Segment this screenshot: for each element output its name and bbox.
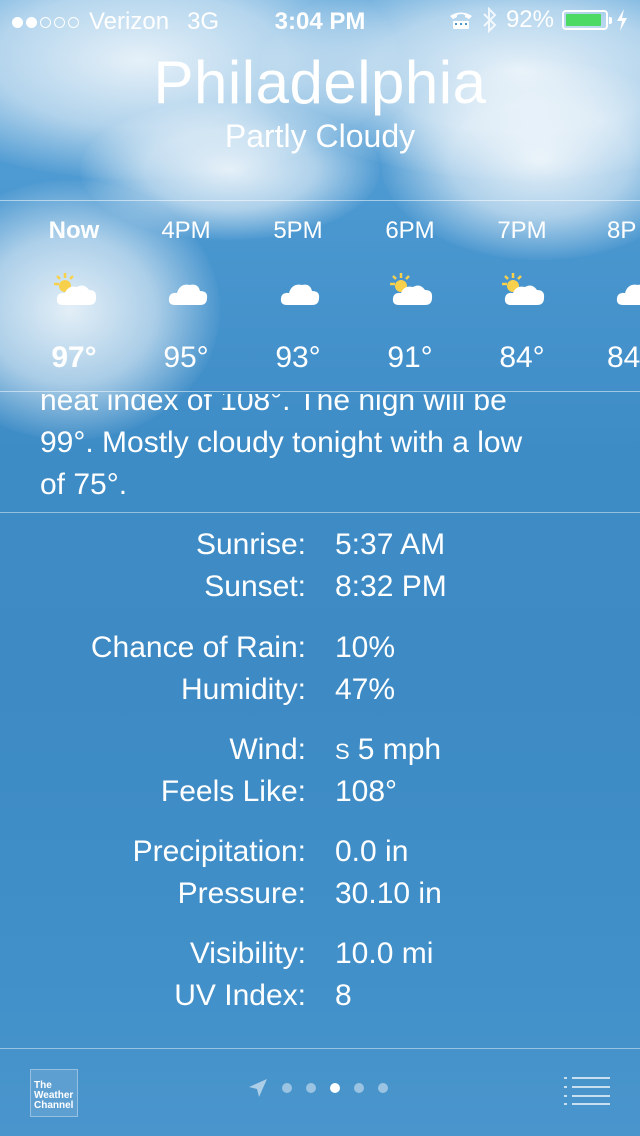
detail-row-humidity: Humidity: 47% (0, 673, 640, 715)
detail-value: 5:37 AM (335, 528, 446, 561)
charging-bolt-icon (617, 9, 627, 31)
wind-speed: 5 mph (357, 733, 442, 766)
detail-value: 8 (335, 979, 352, 1012)
detail-row-chance-of-rain: Chance of Rain: 10% (0, 631, 640, 673)
detail-label: Sunset: (204, 570, 306, 603)
detail-label: Chance of Rain: (90, 631, 306, 664)
page-dot (378, 1083, 388, 1093)
detail-label: Precipitation: (132, 835, 306, 868)
detail-row-sunrise: Sunrise: 5:37 AM (0, 528, 640, 570)
detail-label: Feels Like: (160, 775, 306, 808)
detail-label: Wind: (229, 733, 306, 766)
detail-value-wind: S 5 mph (335, 733, 441, 767)
hour-time: 8P (607, 217, 637, 244)
detail-value: 0.0 in (335, 835, 409, 868)
page-dot (354, 1083, 364, 1093)
hour-temp: 84° (499, 341, 545, 374)
forecast-summary: heat index of 108°. The high will be 99°… (40, 394, 610, 506)
hour-item: 5PM 93° (253, 201, 343, 391)
current-condition: Partly Cloudy (224, 118, 416, 154)
page-dot (282, 1083, 292, 1093)
detail-row-sunset: Sunset: 8:32 PM (0, 570, 640, 612)
hour-item: 8P 84 (589, 201, 640, 391)
detail-row-visibility: Visibility: 10.0 mi (0, 937, 640, 979)
page-dot (306, 1083, 316, 1093)
bluetooth-icon (483, 7, 497, 33)
weather-channel-logo[interactable]: The Weather Channel (30, 1069, 78, 1117)
page-indicator[interactable] (248, 1078, 388, 1098)
detail-value: 10% (335, 631, 396, 664)
hour-item: 7PM 84° (477, 201, 567, 391)
detail-label: Visibility: (189, 937, 306, 970)
detail-row-feels-like: Feels Like: 108° (0, 775, 640, 817)
wind-direction: S (335, 739, 350, 764)
hourly-forecast[interactable]: Now 97° 4PM 95° 5PM 93° 6PM 91° 7PM 84° … (0, 200, 640, 392)
hour-temp: 91° (387, 341, 433, 374)
bottom-toolbar: The Weather Channel (0, 1048, 640, 1136)
page-dot-active (330, 1083, 340, 1093)
detail-value: 10.0 mi (335, 937, 434, 970)
detail-label: Sunrise: (195, 528, 306, 561)
city-list-icon[interactable] (564, 1076, 610, 1106)
partly-sunny-icon (54, 273, 97, 305)
section-divider (0, 512, 640, 513)
hour-temp: 95° (163, 341, 209, 374)
detail-row-precipitation: Precipitation: 0.0 in (0, 835, 640, 877)
hour-time: 7PM (497, 217, 547, 244)
hour-item: 6PM 91° (365, 201, 455, 391)
hour-temp: 93° (275, 341, 321, 374)
summary-line: of 75°. (40, 468, 128, 501)
city-name: Philadelphia (153, 49, 487, 116)
hour-time: Now (48, 217, 100, 244)
hour-time: 4PM (161, 217, 211, 244)
status-bar: Verizon 3G 3:04 PM 92% (0, 0, 640, 40)
hour-time: 6PM (385, 217, 435, 244)
partly-sunny-icon (390, 273, 433, 305)
summary-line: 99°. Mostly cloudy tonight with a low (40, 426, 523, 459)
detail-value: 108° (335, 775, 398, 808)
hour-temp: 84 (607, 341, 640, 374)
partly-sunny-icon (502, 273, 545, 305)
detail-label: Pressure: (177, 877, 306, 910)
detail-label: UV Index: (174, 979, 306, 1012)
detail-value: 47% (335, 673, 396, 706)
detail-value: 30.10 in (335, 877, 442, 910)
hour-item: 4PM 95° (141, 201, 231, 391)
battery-percent: 92% (505, 6, 554, 33)
cloud-icon (616, 284, 640, 305)
hour-item: Now 97° (29, 201, 119, 391)
detail-value: 8:32 PM (335, 570, 447, 603)
tty-icon (449, 12, 472, 29)
hour-time: 5PM (273, 217, 323, 244)
detail-row-pressure: Pressure: 30.10 in (0, 877, 640, 919)
battery-icon (562, 10, 612, 30)
detail-label: Humidity: (180, 673, 306, 706)
detail-row-uv-index: UV Index: 8 (0, 979, 640, 1021)
location-arrow-icon (249, 1079, 267, 1097)
hour-temp: 97° (51, 341, 97, 374)
cloud-icon (168, 284, 208, 305)
detail-row-wind: Wind: S 5 mph (0, 733, 640, 775)
cloud-icon (280, 284, 320, 305)
